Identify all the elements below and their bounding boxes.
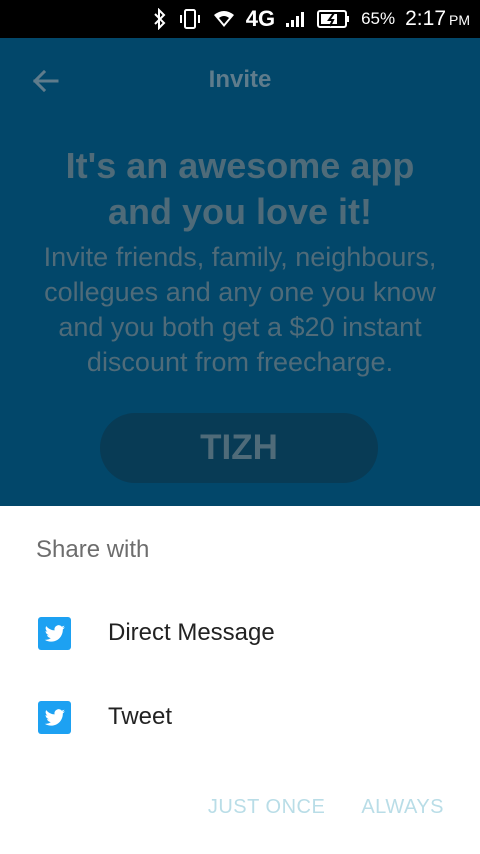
twitter-icon [38,617,71,650]
headline-line-1: It's an awesome app [65,145,415,186]
share-sheet: Share with Direct Message Tweet JUST ONC… [0,506,480,854]
battery-icon [317,9,351,29]
share-option-label: Tweet [108,703,173,730]
invite-headline: It's an awesome app and you love it! [30,143,450,235]
share-option-tweet[interactable]: Tweet [0,675,480,759]
wifi-icon [212,9,236,29]
just-once-button[interactable]: JUST ONCE [208,796,325,819]
clock-time: 2:17 [405,7,446,30]
always-button[interactable]: ALWAYS [361,796,444,819]
share-option-direct-message[interactable]: Direct Message [0,591,480,675]
network-type: 4G [245,6,276,31]
description-line: and you both get a $20 instant [58,312,422,342]
invite-screen: Invite It's an awesome app and you love … [0,38,480,506]
page-title: Invite [208,66,272,93]
twitter-icon [38,701,71,734]
description-line: collegues and any one you know [44,277,436,307]
share-sheet-title: Share with [36,536,150,563]
clock: 2:17 PM [405,7,470,31]
vibrate-icon [178,7,202,31]
referral-code-button[interactable]: TIZH [100,413,378,483]
status-bar: 4G 65% 2:17 PM [0,0,480,38]
bluetooth-icon [152,8,168,30]
description-line: Invite friends, family, neighbours, [43,242,437,272]
description-line: discount from freecharge. [86,347,394,377]
share-option-label: Direct Message [108,619,275,646]
referral-code: TIZH [200,428,278,467]
share-actions: JUST ONCE ALWAYS [208,796,444,819]
invite-description: Invite friends, family, neighbours, coll… [18,240,462,380]
signal-icon [285,10,307,28]
status-icons: 4G 65% 2:17 PM [152,0,470,38]
headline-line-2: and you love it! [107,191,373,232]
toolbar: Invite [0,38,480,122]
battery-percent: 65% [361,9,396,28]
clock-ampm: PM [449,12,470,28]
